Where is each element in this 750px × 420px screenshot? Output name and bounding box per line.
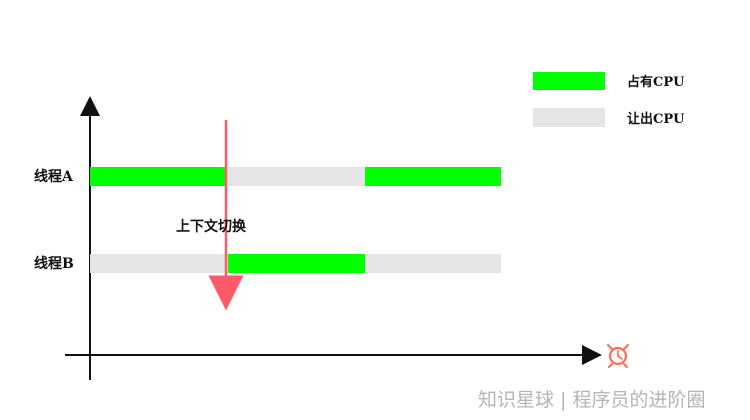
thread-scheduling-diagram: 线程A 线程B 上下文切换 占有CPU 让出CPU 知识星球 | 程序员的进阶圈: [34, 72, 705, 411]
thread-b-cpu-yield-segment-1: [90, 254, 228, 273]
thread-a-cpu-occupied-segment-1: [90, 167, 225, 186]
thread-b-cpu-occupied-segment: [228, 254, 365, 273]
legend-occupied-label: 占有CPU: [627, 74, 685, 90]
thread-a-label: 线程A: [34, 168, 74, 185]
thread-b-label: 线程B: [34, 255, 74, 272]
thread-a-cpu-yield-segment: [225, 167, 365, 186]
legend-occupied-swatch: [533, 72, 605, 90]
alarm-clock-icon: [607, 344, 629, 368]
thread-a-cpu-occupied-segment-2: [365, 167, 501, 186]
context-switch-label: 上下文切换: [176, 218, 247, 235]
legend-yield-swatch: [533, 108, 605, 127]
legend-yield-label: 让出CPU: [627, 111, 685, 127]
watermark-text: 知识星球 | 程序员的进阶圈: [478, 389, 705, 411]
thread-b-cpu-yield-segment-2: [365, 254, 501, 273]
